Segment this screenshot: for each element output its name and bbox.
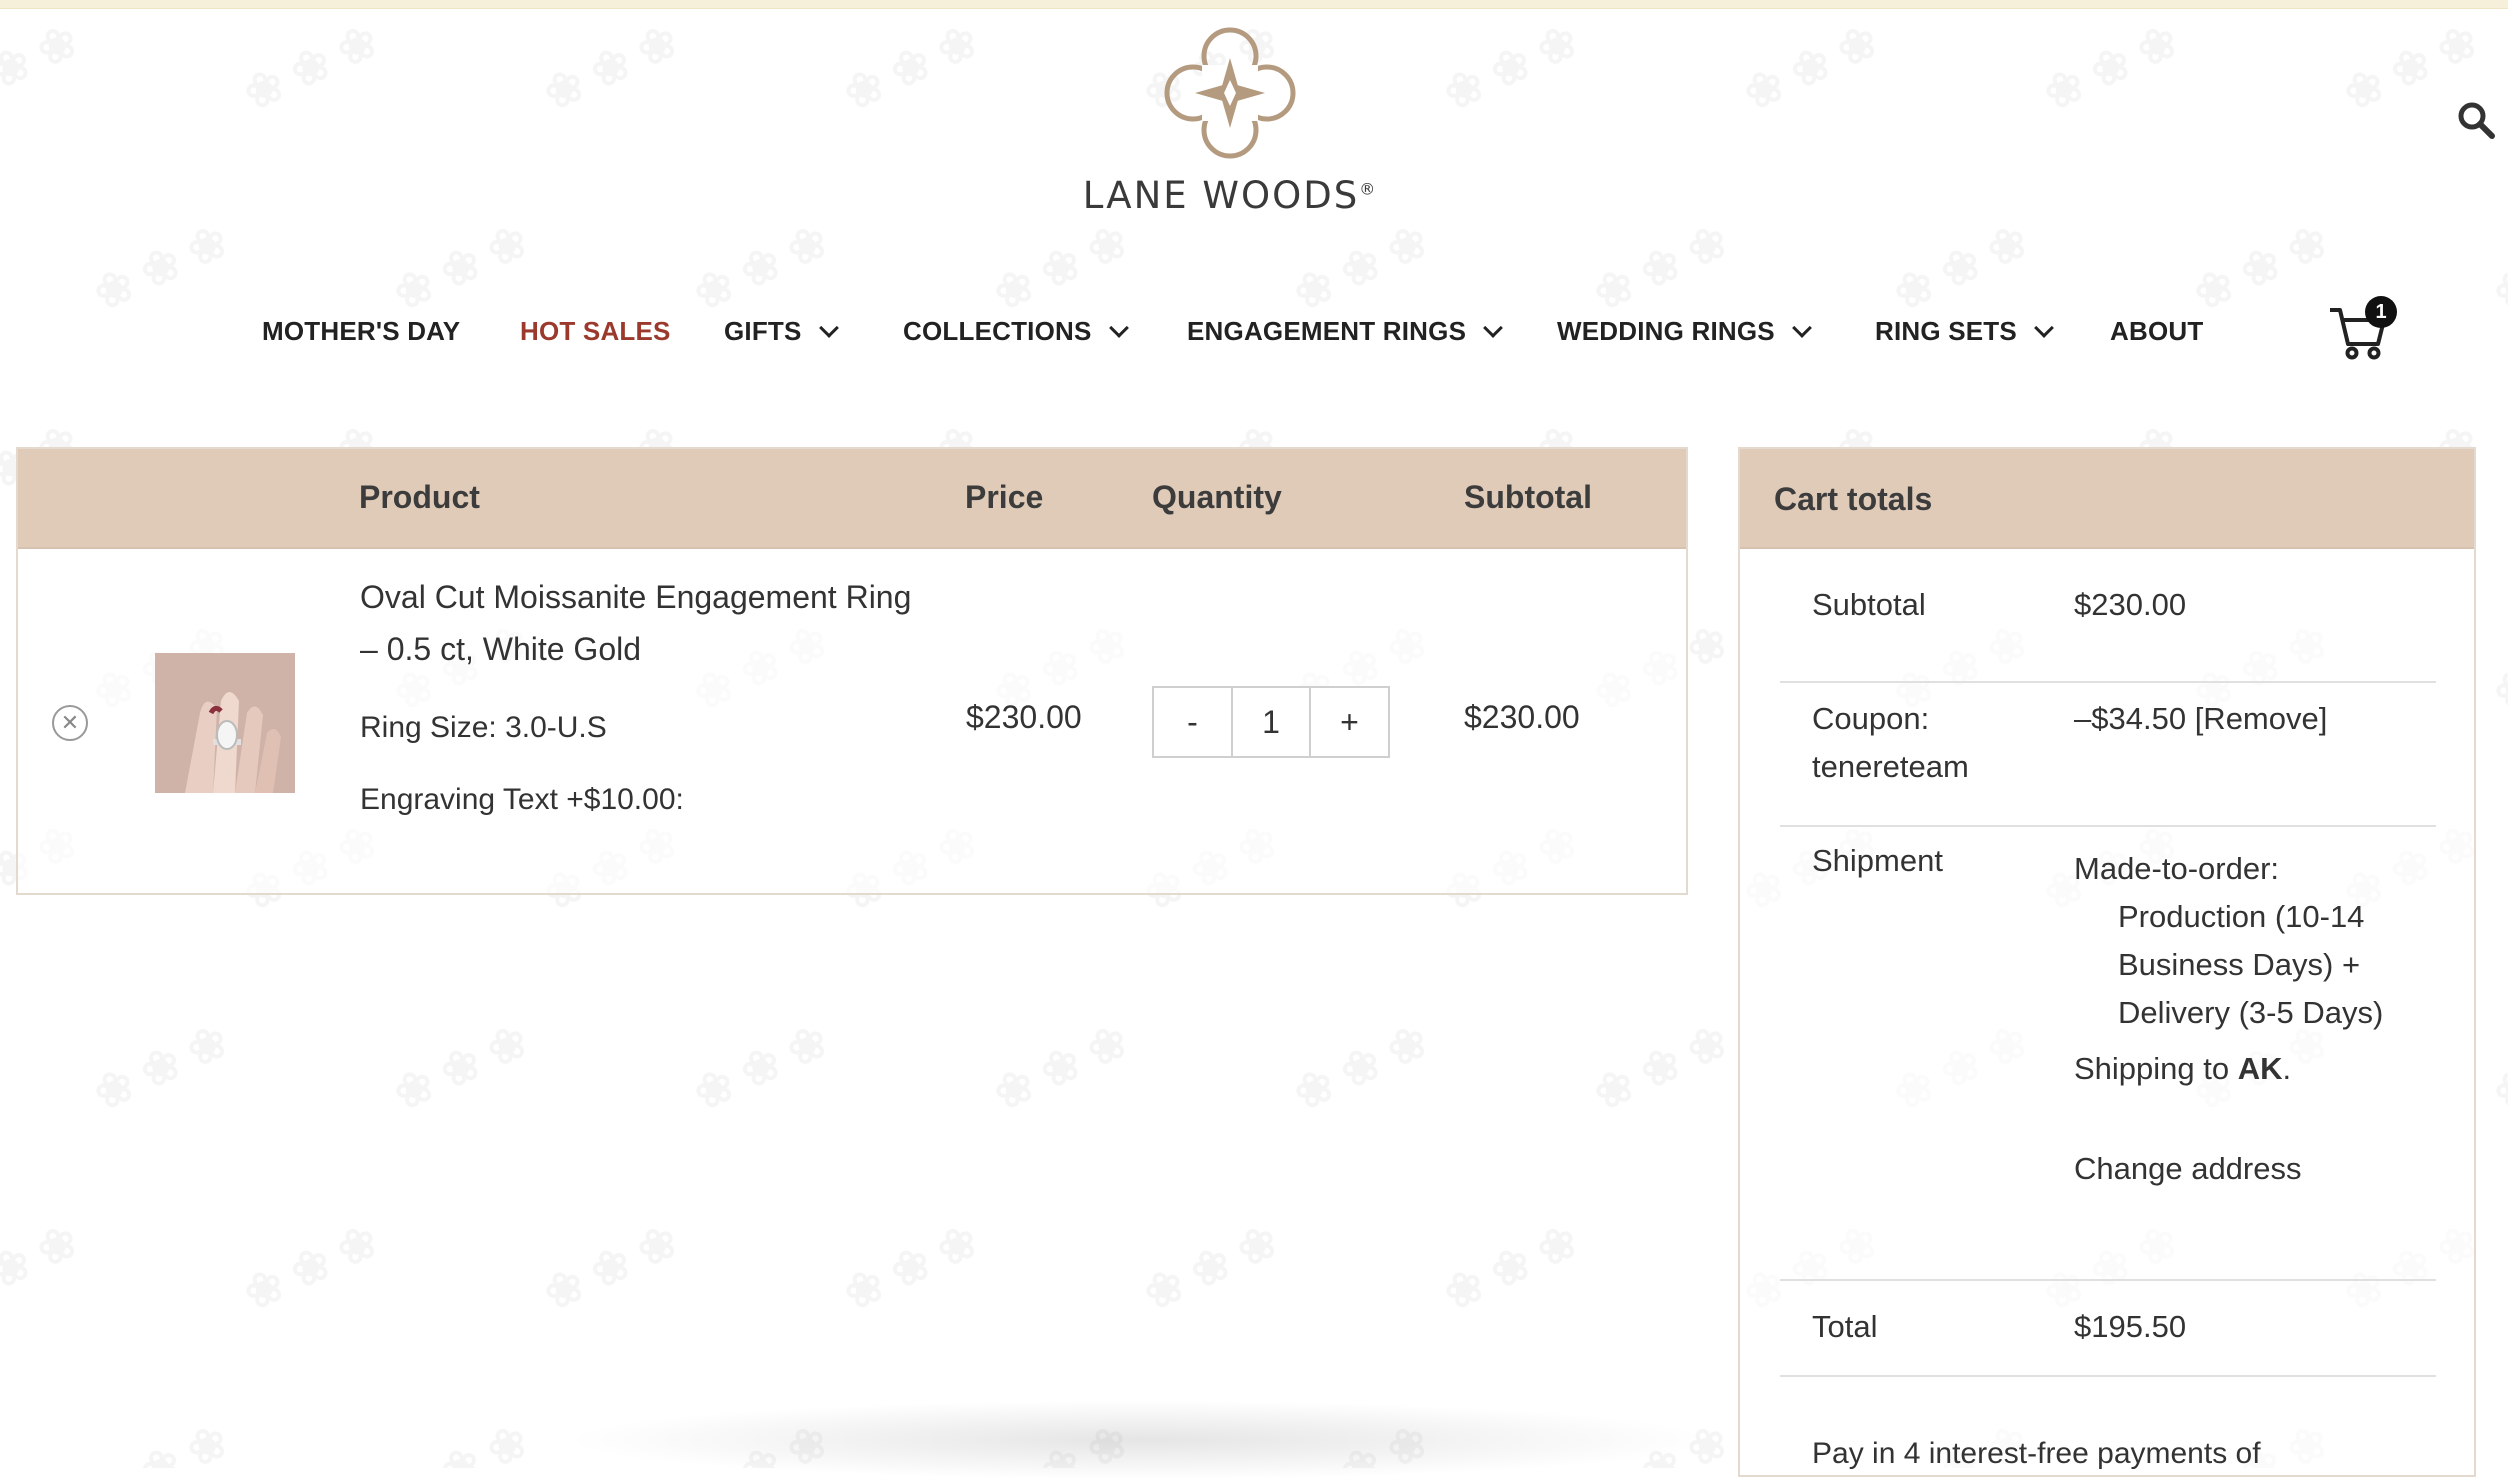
quantity-decrease-button[interactable]: - [1154,688,1231,756]
watermark-mark: ❀ ❀ ❀ [2035,13,2186,121]
watermark-mark: ❀ ❀ ❀ [1285,213,1436,321]
chevron-down-icon [818,317,839,338]
nav-item-mothers-day[interactable]: MOTHER'S DAY [262,316,460,347]
totals-row-shipment: Shipment Made-to-order: Production (10-1… [1780,827,2436,1281]
watermark-mark: ❀ ❀ ❀ [1585,1013,1736,1121]
watermark-mark: ❀ ❀ ❀ [685,1013,836,1121]
totals-row-coupon: Coupon: tenereteam –$34.50 [Remove] [1780,683,2436,827]
watermark-mark: ❀ ❀ ❀ [2185,213,2336,321]
watermark-mark: ❀ ❀ ❀ [1735,13,1886,121]
coupon-label: Coupon: tenereteam [1812,701,1969,784]
cart-table-header: Product Price Quantity Subtotal [18,449,1686,549]
totals-row-subtotal: Subtotal $230.00 [1780,573,2436,683]
search-icon[interactable] [2456,100,2496,140]
nav-item-hot-sales[interactable]: HOT SALES [520,316,671,347]
remove-coupon-link[interactable]: [Remove] [2195,701,2328,736]
product-name-link[interactable]: Oval Cut Moissanite Engagement Ring – 0.… [360,571,920,675]
watermark-mark: ❀ ❀ ❀ [385,213,536,321]
watermark-mark: ❀ ❀ ❀ [535,13,686,121]
watermark-mark: ❀ ❀ ❀ [0,13,86,121]
watermark-mark: ❀ ❀ ❀ [685,213,836,321]
change-address-link[interactable]: Change address [2074,1145,2383,1193]
watermark-mark: ❀ ❀ ❀ [1285,1013,1436,1121]
remove-item-button[interactable]: ✕ [52,705,88,741]
shipment-details: Made-to-order: Production (10-14 Busines… [2074,845,2383,1193]
watermark-mark: ❀ ❀ ❀ [85,1013,236,1121]
watermark-mark: ❀ ❀ ❀ [835,13,986,121]
bottom-shadow [560,1400,1720,1480]
logo-emblem-icon [1164,27,1296,159]
nav-item-about[interactable]: ABOUT [2110,316,2203,347]
total-value: $195.50 [2074,1309,2187,1344]
watermark-mark: ❀ ❀ ❀ [0,1213,86,1321]
nav-item-collections[interactable]: COLLECTIONS [903,316,1129,347]
nav-item-gifts[interactable]: GIFTS [724,316,839,347]
cart-totals-header: Cart totals [1740,449,2474,549]
ring-size-text: Ring Size: 3.0-U.S [360,711,607,744]
watermark-mark: ❀ ❀ ❀ [235,13,386,121]
item-price: $230.00 [966,699,1082,735]
column-header-product: Product [359,479,480,515]
engraving-text: Engraving Text +$10.00: [360,783,684,816]
ring-on-hand-image [155,653,295,793]
brand-logo[interactable]: LANE WOODS® [1080,18,1380,218]
item-subtotal: $230.00 [1464,699,1580,735]
product-thumbnail[interactable] [155,653,295,793]
brand-name: LANE WOODS® [1082,174,1378,217]
watermark-mark: ❀ ❀ ❀ [535,1213,686,1321]
watermark-mark: ❀ ❀ ❀ [2485,1014,2508,1121]
watermark-mark: ❀ ❀ ❀ [985,1013,1136,1121]
quantity-input[interactable]: 1 [1231,688,1311,756]
nav-item-ring-sets[interactable]: RING SETS [1875,316,2054,347]
quantity-increase-button[interactable]: + [1311,688,1388,756]
chevron-down-icon [2034,317,2054,338]
main-navigation: MOTHER'S DAY HOT SALES GIFTS COLLECTIONS… [0,316,2508,360]
cart-table: Product Price Quantity Subtotal ✕ Oval C… [16,447,1688,895]
watermark-mark: ❀ ❀ ❀ [835,1213,986,1321]
top-banner-strip [0,0,2508,9]
column-header-quantity: Quantity [1152,479,1282,515]
watermark-mark: ❀ ❀ ❀ [85,1413,236,1468]
subtotal-label: Subtotal [1812,587,1926,622]
watermark-mark: ❀ ❀ ❀ [235,1213,386,1321]
pay-in-4-text: Pay in 4 interest-free payments of [1812,1437,2261,1470]
chevron-down-icon [1108,317,1129,338]
coupon-value: –$34.50 [Remove] [2074,701,2328,736]
watermark-mark: ❀ ❀ ❀ [1135,1213,1286,1321]
cart-totals-panel: Cart totals Subtotal $230.00 Coupon: tene… [1738,447,2476,1477]
watermark-mark: ❀ ❀ ❀ [1885,213,2036,321]
chevron-down-icon [1791,317,1812,338]
nav-item-wedding-rings[interactable]: WEDDING RINGS [1557,316,1812,347]
quantity-stepper: - 1 + [1152,686,1390,758]
totals-row-total: Total $195.50 [1780,1281,2436,1377]
watermark-mark: ❀ ❀ ❀ [2485,214,2508,321]
watermark-mark: ❀ ❀ ❀ [85,213,236,321]
total-label: Total [1812,1309,1878,1344]
watermark-mark: ❀ ❀ ❀ [1585,213,1736,321]
watermark-mark: ❀ ❀ ❀ [1435,13,1586,121]
subtotal-value: $230.00 [2074,587,2187,622]
watermark-mark: ❀ ❀ ❀ [1435,1213,1586,1321]
cart-button[interactable]: 1 [2326,296,2398,364]
cart-totals-title: Cart totals [1774,481,1933,517]
cart-count-badge: 1 [2365,296,2397,328]
shipment-label: Shipment [1812,843,1943,878]
watermark-mark: ❀ ❀ ❀ [385,1013,536,1121]
column-header-subtotal: Subtotal [1464,479,1592,515]
watermark-mark: ❀ ❀ ❀ [2485,1413,2508,1468]
nav-item-engagement-rings[interactable]: ENGAGEMENT RINGS [1187,316,1504,347]
column-header-price: Price [965,479,1044,515]
chevron-down-icon [1483,317,1504,338]
watermark-mark: ❀ ❀ ❀ [985,213,1136,321]
watermark-mark: ❀ ❀ ❀ [2485,614,2508,721]
watermark-mark: ❀ ❀ ❀ [385,1413,536,1468]
